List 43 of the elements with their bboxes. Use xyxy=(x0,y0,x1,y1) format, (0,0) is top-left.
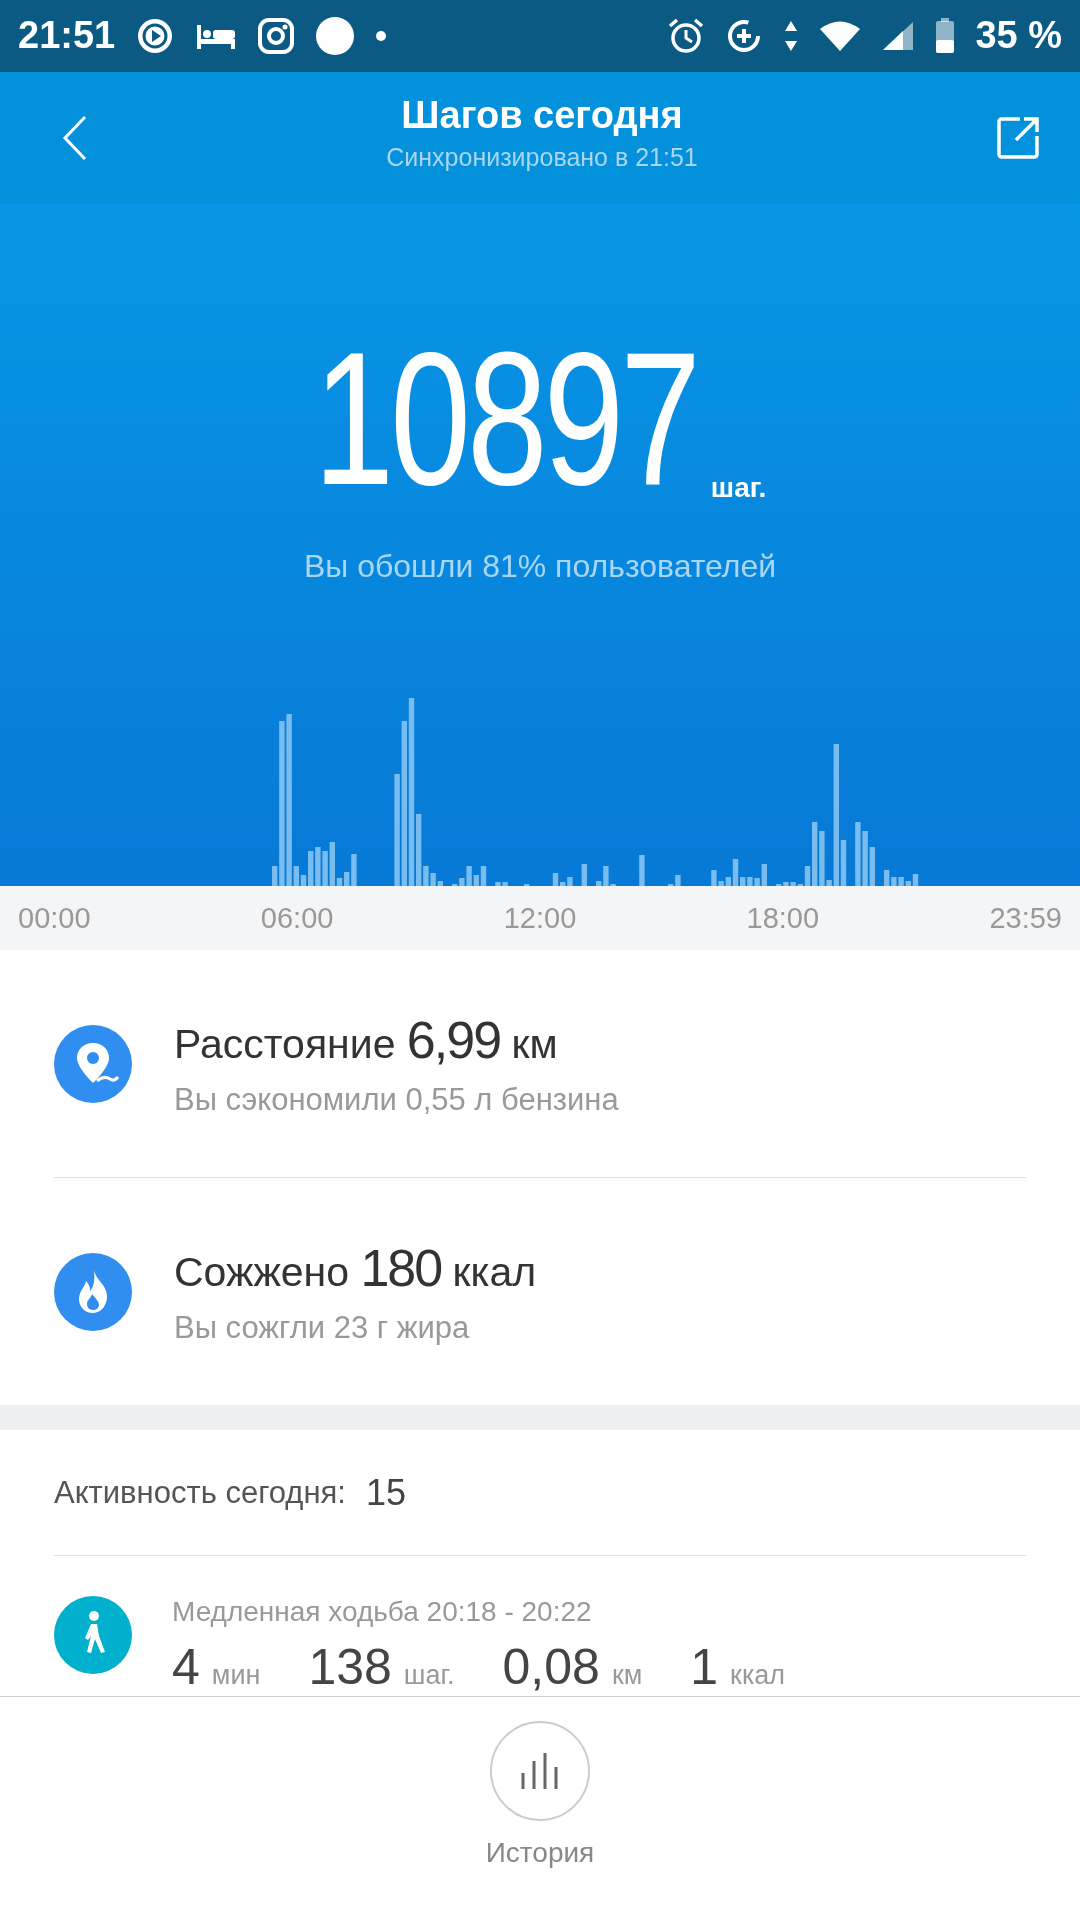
time-label: 12:00 xyxy=(503,901,577,935)
battery-percent: 35 % xyxy=(975,14,1062,58)
step-unit: шаг. xyxy=(710,471,767,504)
circle-icon xyxy=(315,15,356,56)
metric-value: 1 xyxy=(690,1638,719,1697)
back-button[interactable] xyxy=(62,114,88,161)
walking-person-icon xyxy=(54,1596,132,1675)
activity-label: Активность сегодня: xyxy=(54,1474,346,1511)
time-label: 18:00 xyxy=(746,901,820,935)
calories-text: Сожжено 180 ккал xyxy=(174,1237,537,1298)
screen-title: Шагов сегодня xyxy=(401,93,683,137)
comparison-text: Вы обошли 81% пользователей xyxy=(303,547,777,585)
history-label: История xyxy=(485,1837,595,1870)
clock-time: 21:51 xyxy=(18,14,116,58)
dot-icon xyxy=(375,29,388,42)
metric-unit: ккал xyxy=(730,1660,786,1692)
activity-title: Медленная ходьба 20:18 - 20:22 xyxy=(172,1596,593,1629)
back-icon xyxy=(62,114,88,161)
share-button[interactable] xyxy=(996,115,1040,160)
time-label: 00:00 xyxy=(18,901,91,935)
wifi-icon xyxy=(819,19,862,52)
bar-chart-icon xyxy=(520,1751,560,1792)
share-icon xyxy=(996,115,1040,160)
sync-status: Синхронизировано в 21:51 xyxy=(386,142,698,172)
activity-count: 15 xyxy=(365,1471,406,1514)
stat-note: Вы сожгли 23 г жира xyxy=(174,1309,471,1346)
metric-value: 0,08 xyxy=(502,1638,600,1697)
metric-unit: км xyxy=(611,1660,643,1692)
metric-value: 4 xyxy=(172,1638,200,1697)
distance-text: Расстояние 6,99 км xyxy=(174,1009,559,1070)
step-count: 10897 xyxy=(313,321,697,517)
time-label: 06:00 xyxy=(260,901,334,935)
location-pin-icon xyxy=(54,1024,132,1103)
time-label: 23:59 xyxy=(989,901,1062,935)
metric-unit: мин xyxy=(211,1660,261,1692)
camera-icon xyxy=(257,16,296,55)
flame-icon xyxy=(54,1252,132,1331)
stat-note: Вы сэкономили 0,55 л бензина xyxy=(174,1081,619,1118)
battery-icon xyxy=(935,17,956,54)
metric-value: 138 xyxy=(308,1638,392,1697)
alarm-icon xyxy=(667,16,706,55)
signal-icon xyxy=(881,19,916,52)
metric-unit: шаг. xyxy=(403,1660,455,1692)
